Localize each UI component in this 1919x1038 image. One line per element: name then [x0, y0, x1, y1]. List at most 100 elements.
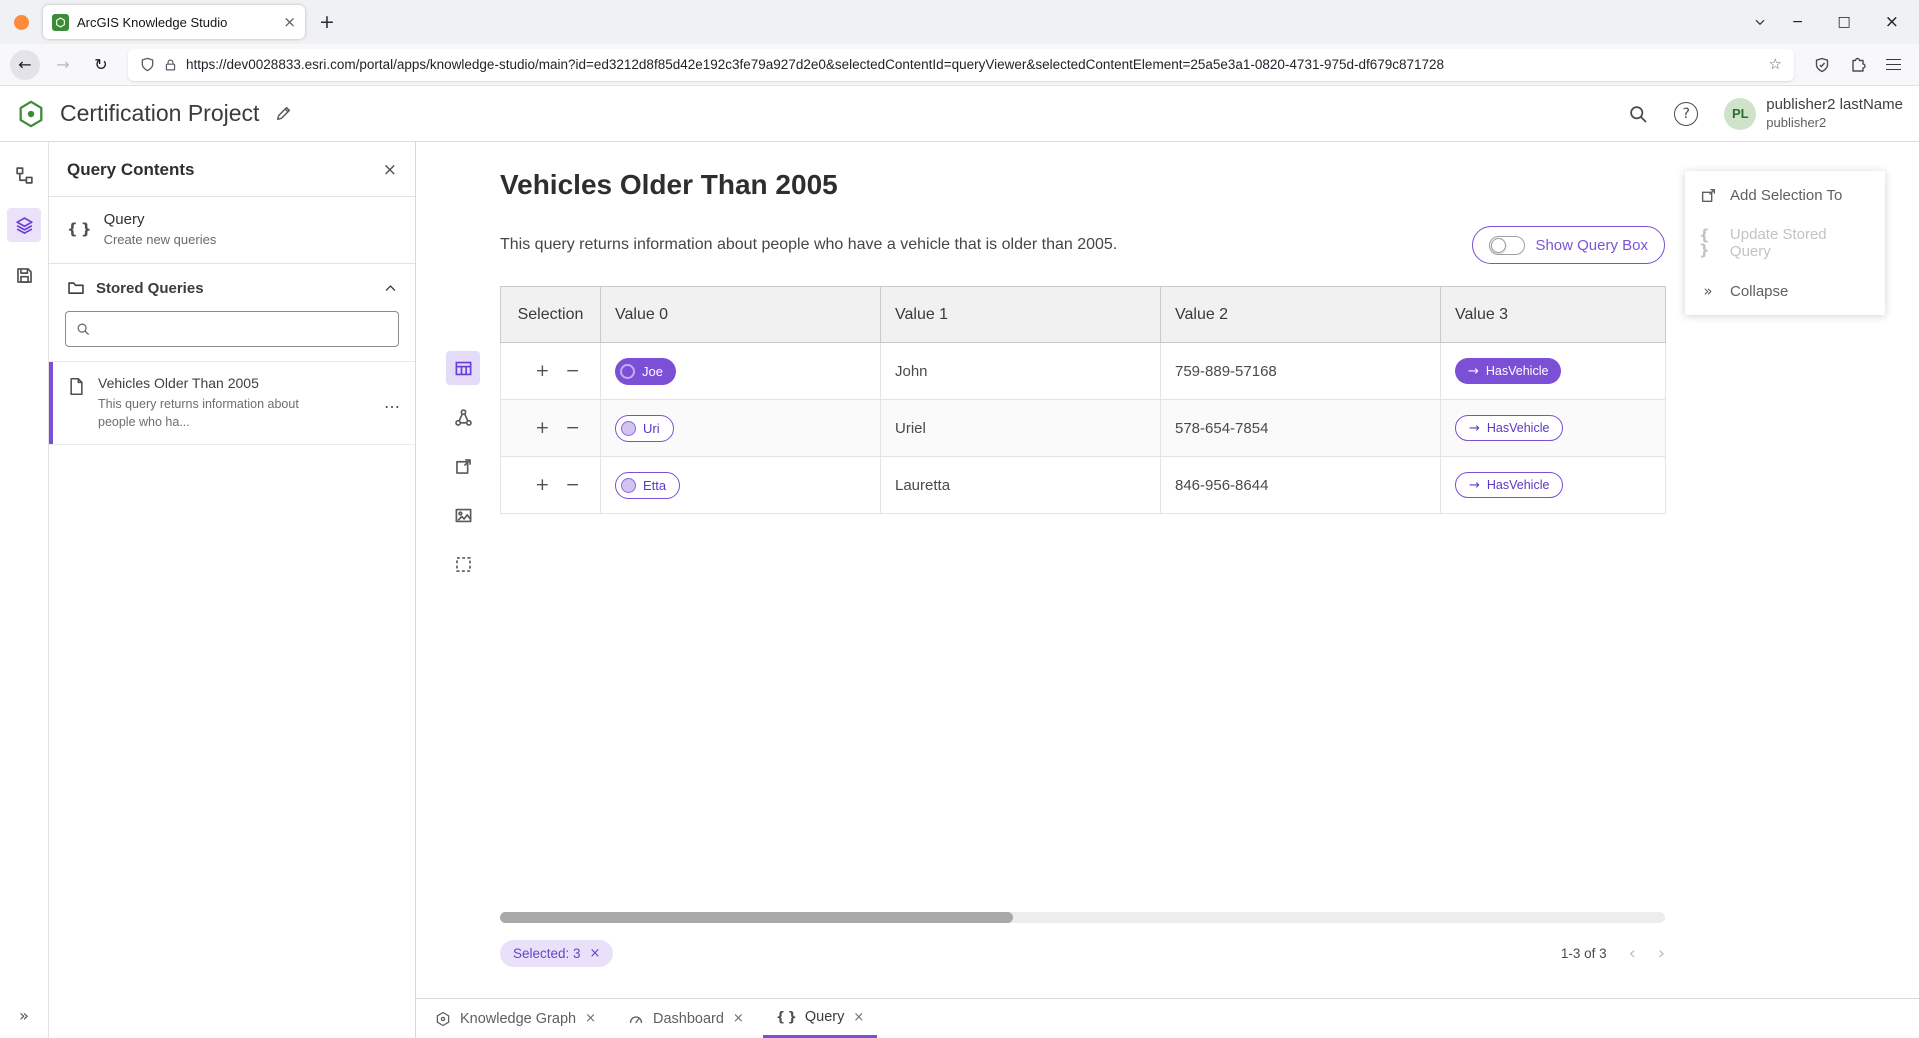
search-input[interactable] [98, 321, 388, 337]
horizontal-scrollbar[interactable] [500, 912, 1665, 923]
edit-title-icon[interactable] [275, 105, 292, 122]
pagination-range: 1-3 of 3 [1561, 946, 1607, 961]
extensions-puzzle-icon[interactable] [1850, 57, 1866, 73]
rail-save-icon[interactable] [7, 258, 41, 292]
tab-dashboard[interactable]: Dashboard × [615, 999, 757, 1038]
table-view-icon[interactable] [446, 351, 480, 385]
select-marquee-icon[interactable] [446, 547, 480, 581]
view-toolbar [440, 142, 486, 998]
cell-value2: 578-654-7854 [1161, 400, 1441, 457]
page-next-icon[interactable]: › [1658, 945, 1665, 963]
stored-query-item[interactable]: Vehicles Older Than 2005 This query retu… [49, 361, 415, 445]
toggle-switch[interactable] [1489, 236, 1525, 255]
rail-data-model-icon[interactable] [7, 158, 41, 192]
menu-item-collapse[interactable]: » Collapse [1685, 267, 1885, 315]
entity-pill[interactable]: Etta [615, 472, 680, 499]
selected-count-chip[interactable]: Selected: 3 × [500, 940, 613, 967]
relationship-pill[interactable]: →HasVehicle [1455, 415, 1563, 441]
tab-label: Query [805, 1009, 845, 1025]
relationship-pill[interactable]: → HasVehicle [1455, 472, 1563, 498]
chevron-up-icon[interactable] [384, 282, 397, 295]
stored-queries-title: Stored Queries [96, 280, 373, 297]
arrow-right-icon: → [1469, 479, 1480, 492]
user-avatar[interactable]: PL [1724, 98, 1756, 130]
stored-queries-header[interactable]: Stored Queries [49, 264, 415, 309]
entity-pill[interactable]: Joe [615, 358, 676, 385]
show-query-box-toggle[interactable]: Show Query Box [1472, 226, 1665, 264]
new-tab-button[interactable]: + [319, 13, 335, 32]
left-rail: » [0, 142, 49, 1038]
window-minimize-button[interactable]: − [1792, 15, 1804, 29]
cell-value2: 846-956-8644 [1161, 457, 1441, 514]
add-selection-icon[interactable]: + [535, 477, 549, 494]
new-query-item[interactable]: { } Query Create new queries [49, 197, 415, 264]
image-view-icon[interactable] [446, 498, 480, 532]
entity-label: Etta [643, 478, 666, 493]
search-icon[interactable] [1628, 104, 1648, 124]
url-text[interactable]: https://dev0028833.esri.com/portal/apps/… [186, 57, 1760, 72]
tab-knowledge-graph[interactable]: Knowledge Graph × [422, 999, 609, 1038]
table-row: +− Joe John 759-889-57168 →HasVehicle [501, 343, 1666, 400]
list-tabs-chevron-icon[interactable] [1754, 16, 1766, 28]
braces-icon: { } [67, 222, 91, 237]
tab-close-icon[interactable]: × [733, 1012, 744, 1025]
project-title: Certification Project [60, 100, 259, 127]
window-close-button[interactable]: × [1885, 14, 1899, 31]
addon-shield-icon[interactable] [1814, 57, 1830, 73]
forward-button[interactable]: → [48, 50, 78, 80]
tab-close-icon[interactable]: × [853, 1011, 864, 1024]
url-bar[interactable]: https://dev0028833.esri.com/portal/apps/… [128, 49, 1794, 81]
back-button[interactable]: ← [10, 50, 40, 80]
refresh-button[interactable]: ↻ [86, 50, 116, 80]
relationship-label: HasVehicle [1486, 364, 1549, 378]
remove-selection-icon[interactable]: − [566, 477, 580, 494]
selection-context-menu: Add Selection To { } Update Stored Query… [1685, 171, 1885, 315]
column-header-value0: Value 0 [601, 287, 881, 343]
lock-icon[interactable] [164, 58, 177, 72]
tracking-shield-icon[interactable] [140, 57, 155, 72]
relationship-label: HasVehicle [1487, 478, 1550, 492]
rail-layers-icon[interactable] [7, 208, 41, 242]
app-logo-icon [16, 99, 46, 129]
table-row: +− Uri Uriel 578-654-7854 →HasVehicle [501, 400, 1666, 457]
link-chart-view-icon[interactable] [446, 400, 480, 434]
menu-item-update-stored-query[interactable]: { } Update Stored Query [1685, 219, 1885, 267]
folder-icon [67, 279, 85, 297]
remove-selection-icon[interactable]: − [566, 363, 580, 380]
column-header-value3: Value 3 [1441, 287, 1666, 343]
item-options-icon[interactable]: … [384, 395, 401, 411]
help-icon[interactable]: ? [1674, 102, 1698, 126]
column-header-value1: Value 1 [881, 287, 1161, 343]
arrow-right-icon: → [1469, 422, 1480, 435]
relationship-pill[interactable]: →HasVehicle [1455, 358, 1561, 384]
selected-count-label: Selected: 3 [513, 946, 581, 961]
bookmark-star-icon[interactable]: ☆ [1769, 57, 1782, 72]
entity-label: Uri [643, 421, 660, 436]
query-viewer: Vehicles Older Than 2005 This query retu… [500, 142, 1665, 998]
braces-icon: { } [1699, 228, 1717, 258]
window-maximize-button[interactable]: □ [1838, 15, 1851, 29]
tab-close-icon[interactable]: × [283, 15, 296, 30]
browser-tab[interactable]: ArcGIS Knowledge Studio × [43, 5, 305, 39]
add-selection-icon[interactable]: + [535, 363, 549, 380]
remove-selection-icon[interactable]: − [566, 420, 580, 437]
tab-close-icon[interactable]: × [585, 1012, 596, 1025]
menu-hamburger-icon[interactable] [1886, 59, 1901, 70]
tab-query[interactable]: { } Query × [763, 999, 877, 1038]
add-selection-icon[interactable]: + [535, 420, 549, 437]
panel-close-icon[interactable]: × [383, 162, 397, 179]
scrollbar-thumb[interactable] [500, 912, 1013, 923]
page-prev-icon[interactable]: ‹ [1629, 945, 1636, 963]
clear-selection-icon[interactable]: × [590, 947, 601, 960]
stored-queries-search[interactable] [65, 311, 399, 347]
cell-value1: Lauretta [881, 457, 1161, 514]
column-header-selection: Selection [501, 287, 601, 343]
entity-pill[interactable]: Uri [615, 415, 674, 442]
firefox-view-icon[interactable] [14, 15, 29, 30]
query-description: This query returns information about peo… [500, 236, 1117, 254]
cell-value1: John [881, 343, 1161, 400]
rail-expand-icon[interactable]: » [19, 1008, 29, 1038]
app-header: Certification Project ? PL publisher2 la… [0, 86, 1919, 142]
open-new-view-icon[interactable] [446, 449, 480, 483]
menu-item-add-selection-to[interactable]: Add Selection To [1685, 171, 1885, 219]
